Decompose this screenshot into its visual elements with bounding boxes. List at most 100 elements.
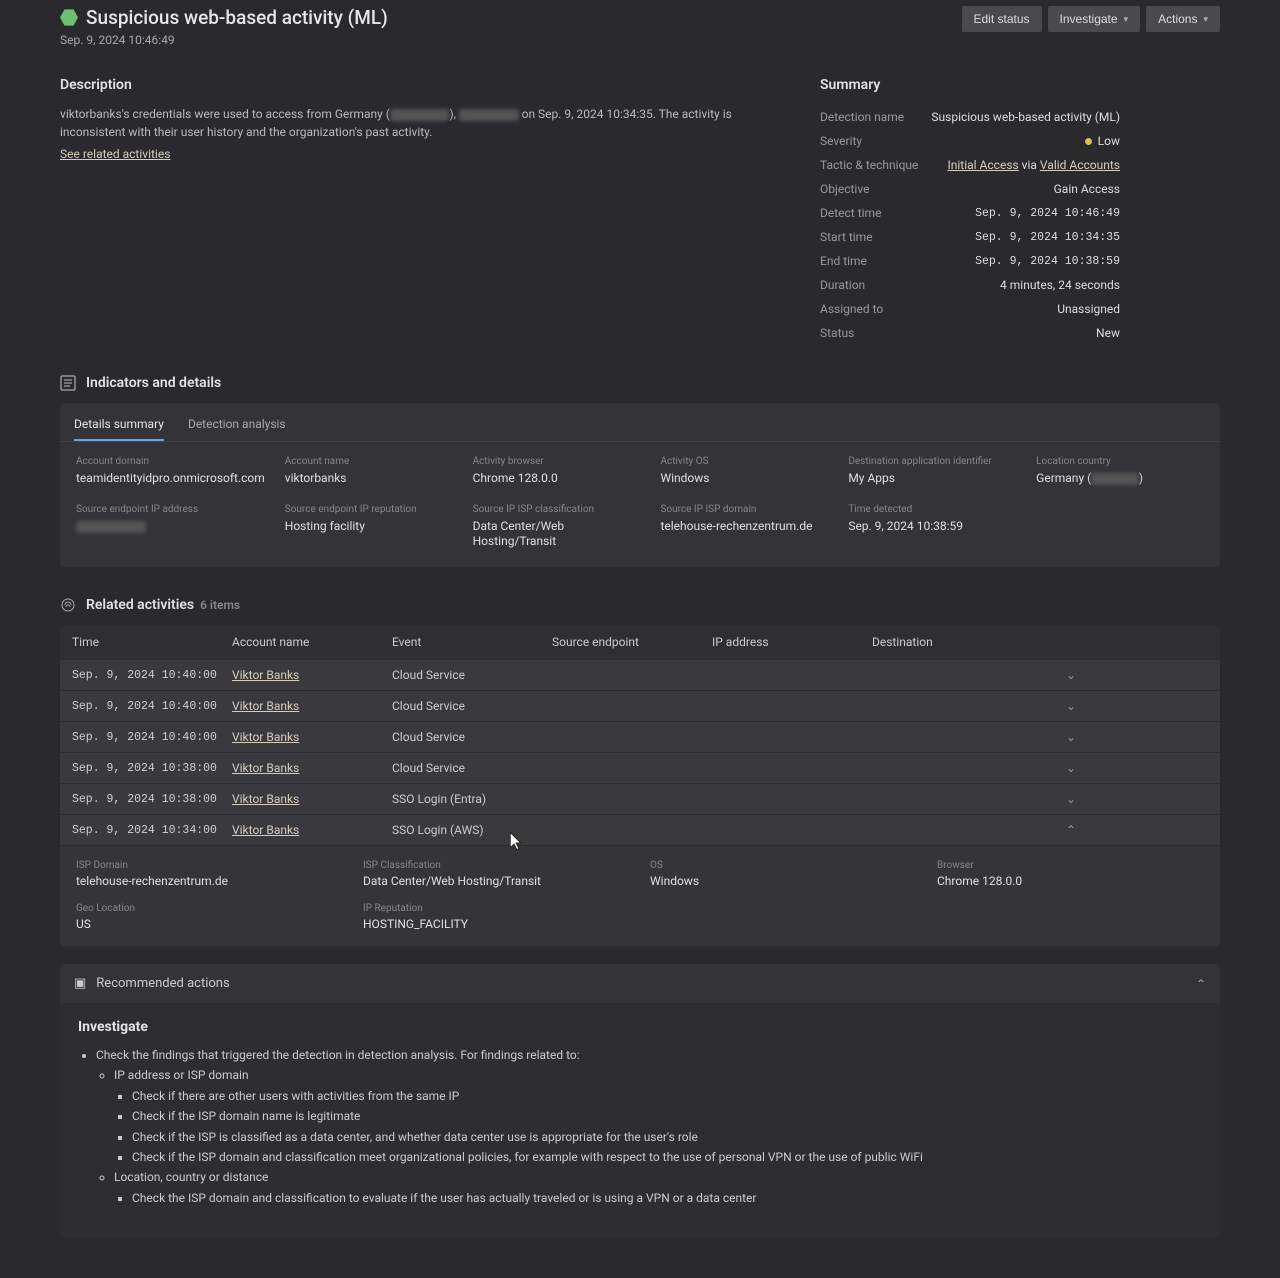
exp-value: US (76, 917, 91, 931)
actions-button[interactable]: Actions▾ (1146, 6, 1220, 32)
indicators-heading: Indicators and details (86, 375, 221, 391)
table-row[interactable]: Sep. 9, 2024 10:40:00Viktor Banks Cloud S… (60, 690, 1220, 721)
exp-value: Data Center/Web Hosting/Transit (363, 874, 541, 888)
rec-line: Check if the ISP domain and classificati… (132, 1147, 1202, 1167)
chevron-down-icon[interactable]: ⌄ (1022, 730, 1082, 744)
technique-link[interactable]: Valid Accounts (1040, 158, 1120, 172)
account-link[interactable]: Viktor Banks (232, 730, 299, 744)
desc-mid: ), (449, 107, 459, 121)
rec-line: Check if the ISP is classified as a data… (132, 1127, 1202, 1147)
account-link[interactable]: Viktor Banks (232, 668, 299, 682)
row-event: Cloud Service (392, 699, 552, 713)
row-time: Sep. 9, 2024 10:40:00 (72, 669, 232, 682)
table-row[interactable]: Sep. 9, 2024 10:40:00Viktor Banks Cloud S… (60, 721, 1220, 752)
table-row[interactable]: Sep. 9, 2024 10:38:00Viktor BanksSSO Log… (60, 783, 1220, 814)
detail-label: Activity OS (660, 456, 828, 467)
recommended-body: Investigate Check the findings that trig… (60, 1003, 1220, 1238)
row-event: Cloud Service (392, 730, 552, 744)
recommended-heading: Recommended actions (96, 976, 229, 991)
rec-line: IP address or ISP domain (114, 1065, 1202, 1085)
redacted-region: xxxxxx (1091, 473, 1139, 485)
see-related-link[interactable]: See related activities (60, 147, 170, 161)
detail-label: Account name (285, 456, 453, 467)
exp-value: Chrome 128.0.0 (937, 874, 1022, 888)
tactic-link[interactable]: Initial Access (947, 158, 1018, 172)
row-time: Sep. 9, 2024 10:34:00 (72, 824, 232, 837)
page-timestamp: Sep. 9, 2024 10:46:49 (60, 33, 388, 47)
severity-dot-icon (1085, 138, 1092, 145)
detection-hex-icon (60, 9, 78, 27)
detail-label: Destination application identifier (848, 456, 1016, 467)
kv-key: Start time (820, 230, 873, 244)
rec-line: Location, country or distance (114, 1167, 1202, 1187)
col-dest: Destination (872, 635, 1022, 649)
via-text: via (1019, 158, 1040, 172)
row-event: Cloud Service (392, 668, 552, 682)
detail-label: Source endpoint IP address (76, 504, 265, 515)
chevron-down-icon[interactable]: ⌄ (1022, 792, 1082, 806)
kv-value: Gain Access (1054, 182, 1120, 196)
detail-value: teamidentityidpro.onmicrosoft.com (76, 471, 265, 485)
chevron-up-icon[interactable]: ⌃ (1022, 823, 1082, 837)
table-row[interactable]: Sep. 9, 2024 10:40:00Viktor Banks Cloud S… (60, 659, 1220, 690)
exp-label: Browser (937, 860, 1204, 871)
detail-value: Hosting facility (285, 519, 365, 533)
account-link[interactable]: Viktor Banks (232, 761, 299, 775)
edit-status-label: Edit status (974, 12, 1030, 26)
account-link[interactable]: Viktor Banks (232, 699, 299, 713)
exp-label: Geo Location (76, 903, 343, 914)
exp-value: Windows (650, 874, 699, 888)
detail-label: Source IP ISP classification (473, 504, 641, 515)
row-time: Sep. 9, 2024 10:40:00 (72, 700, 232, 713)
tab-details-summary[interactable]: Details summary (74, 413, 164, 441)
kv-key: Tactic & technique (820, 158, 918, 172)
detail-label: Activity browser (473, 456, 641, 467)
chevron-down-icon[interactable]: ⌄ (1022, 668, 1082, 682)
description-heading: Description (60, 77, 760, 93)
detail-label: Source endpoint IP reputation (285, 504, 453, 515)
exp-value: HOSTING_FACILITY (363, 917, 468, 931)
col-source: Source endpoint (552, 635, 712, 649)
loc-prefix: Germany ( (1036, 471, 1091, 485)
kv-key: Detect time (820, 206, 881, 220)
detail-value: xxxxxxx (76, 519, 146, 533)
table-row[interactable]: Sep. 9, 2024 10:34:00Viktor BanksSSO Log… (60, 814, 1220, 845)
investigate-button[interactable]: Investigate▾ (1048, 6, 1141, 32)
detail-value: Chrome 128.0.0 (473, 471, 558, 485)
exp-label: IP Reputation (363, 903, 630, 914)
fingerprint-icon (60, 597, 76, 613)
kv-key: Status (820, 326, 854, 340)
row-time: Sep. 9, 2024 10:40:00 (72, 731, 232, 744)
table-row[interactable]: Sep. 9, 2024 10:38:00Viktor BanksCloud S… (60, 752, 1220, 783)
col-ip: IP address (712, 635, 872, 649)
kv-value: 4 minutes, 24 seconds (1000, 278, 1120, 292)
recommended-actions-toggle[interactable]: ▣ Recommended actions ⌃ (60, 964, 1220, 1003)
related-title: Related activities (86, 597, 194, 613)
rec-line: Check the findings that triggered the de… (96, 1045, 1202, 1065)
account-link[interactable]: Viktor Banks (232, 823, 299, 837)
kv-value: Suspicious web-based activity (ML) (931, 110, 1120, 124)
exp-label: ISP Domain (76, 860, 343, 871)
account-link[interactable]: Viktor Banks (232, 792, 299, 806)
exp-value: telehouse-rechenzentrum.de (76, 874, 228, 888)
exp-label: OS (650, 860, 917, 871)
tab-detection-analysis[interactable]: Detection analysis (188, 413, 286, 441)
kv-key: Severity (820, 134, 862, 148)
detail-value: telehouse-rechenzentrum.de (660, 519, 812, 533)
summary-heading: Summary (820, 77, 1120, 93)
desc-prefix: viktorbanks's credentials were used to a… (60, 107, 390, 121)
detail-label: Location country (1036, 456, 1204, 467)
investigate-label: Investigate (1060, 12, 1118, 26)
kv-key: Assigned to (820, 302, 883, 316)
detail-value: My Apps (848, 471, 895, 485)
related-count: 6 items (200, 598, 240, 612)
kv-key: Detection name (820, 110, 904, 124)
detail-value: Data Center/Web Hosting/Transit (473, 519, 565, 548)
edit-status-button[interactable]: Edit status (962, 6, 1042, 32)
chevron-down-icon[interactable]: ⌄ (1022, 699, 1082, 713)
related-table-header: Time Account name Event Source endpoint … (60, 625, 1220, 659)
detail-label: Time detected (848, 504, 1016, 515)
chevron-down-icon[interactable]: ⌄ (1022, 761, 1082, 775)
page-title: Suspicious web-based activity (ML) (86, 6, 388, 29)
actions-label: Actions (1158, 12, 1197, 26)
